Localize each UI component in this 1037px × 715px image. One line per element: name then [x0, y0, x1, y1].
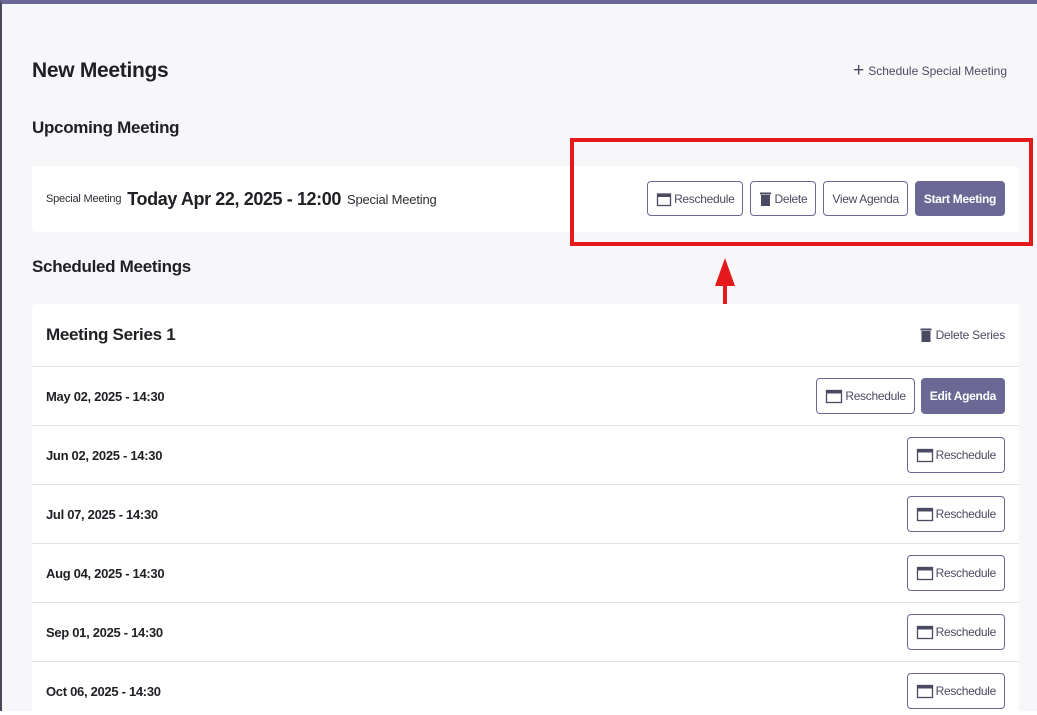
- calendar-icon: [826, 389, 843, 404]
- reschedule-button[interactable]: Reschedule: [906, 673, 1005, 709]
- reschedule-button[interactable]: Reschedule: [906, 437, 1005, 473]
- row-actions: Reschedule: [906, 614, 1005, 650]
- meeting-row: Sep 01, 2025 - 14:30 Reschedule: [32, 603, 1019, 662]
- row-actions: Reschedule: [906, 496, 1005, 532]
- upcoming-actions: Reschedule Delete View Agenda Start Meet…: [647, 181, 1005, 216]
- series-title: Meeting Series 1: [46, 325, 176, 344]
- delete-label: Delete: [774, 191, 808, 206]
- delete-button[interactable]: Delete: [750, 181, 817, 216]
- calendar-icon: [916, 566, 933, 581]
- reschedule-label: Reschedule: [845, 389, 906, 403]
- schedule-special-meeting-link[interactable]: + Schedule Special Meeting: [853, 60, 1007, 81]
- view-agenda-button[interactable]: View Agenda: [823, 181, 908, 216]
- delete-series-label: Delete Series: [935, 328, 1006, 342]
- meeting-date: May 02, 2025 - 14:30: [46, 388, 165, 404]
- reschedule-label: Reschedule: [935, 566, 997, 580]
- series-header: Meeting Series 1 Delete Series: [32, 304, 1019, 367]
- reschedule-label: Reschedule: [935, 684, 997, 698]
- meeting-row: Jul 07, 2025 - 14:30 Reschedule: [32, 485, 1019, 544]
- annotation-arrow-head: [715, 258, 735, 286]
- meeting-date: Sep 01, 2025 - 14:30: [46, 624, 163, 640]
- start-meeting-button[interactable]: Start Meeting: [914, 181, 1005, 216]
- calendar-icon: [916, 684, 933, 699]
- meeting-row: Aug 04, 2025 - 14:30 Reschedule: [32, 544, 1019, 603]
- trash-icon: [760, 192, 772, 206]
- trash-icon: [920, 328, 932, 342]
- delete-series-button[interactable]: Delete Series: [920, 327, 1005, 343]
- edit-agenda-button[interactable]: Edit Agenda: [920, 378, 1005, 414]
- plus-icon: +: [853, 60, 865, 81]
- reschedule-label: Reschedule: [935, 507, 997, 521]
- calendar-icon: [916, 448, 933, 463]
- reschedule-label: Reschedule: [935, 625, 997, 639]
- page-title: New Meetings: [32, 59, 169, 82]
- reschedule-button[interactable]: Reschedule: [816, 378, 915, 414]
- meeting-row: Oct 06, 2025 - 14:30 Reschedule: [32, 662, 1019, 715]
- scheduled-section-title: Scheduled Meetings: [32, 257, 191, 276]
- upcoming-meeting-card: Special Meeting Today Apr 22, 2025 - 12:…: [32, 166, 1019, 232]
- reschedule-button[interactable]: Reschedule: [906, 614, 1005, 650]
- row-actions: Reschedule Edit Agenda: [816, 378, 1005, 414]
- meeting-date: Jun 02, 2025 - 14:30: [46, 447, 163, 463]
- reschedule-label: Reschedule: [674, 191, 735, 206]
- meeting-series-card: Meeting Series 1 Delete Series May 02, 2…: [32, 304, 1019, 715]
- meeting-date: Jul 07, 2025 - 14:30: [46, 506, 158, 522]
- row-actions: Reschedule: [906, 555, 1005, 591]
- reschedule-label: Reschedule: [935, 448, 997, 462]
- reschedule-button[interactable]: Reschedule: [906, 555, 1005, 591]
- upcoming-section-title: Upcoming Meeting: [32, 118, 180, 137]
- schedule-special-meeting-label: Schedule Special Meeting: [868, 64, 1007, 78]
- meeting-date: Aug 04, 2025 - 14:30: [46, 565, 165, 581]
- row-actions: Reschedule: [906, 437, 1005, 473]
- reschedule-button[interactable]: Reschedule: [647, 181, 744, 216]
- meeting-row: Jun 02, 2025 - 14:30 Reschedule: [32, 426, 1019, 485]
- meeting-row: May 02, 2025 - 14:30 Reschedule Edit Age…: [32, 367, 1019, 426]
- meeting-date: Oct 06, 2025 - 14:30: [46, 683, 161, 699]
- upcoming-meeting-date: Today Apr 22, 2025 - 12:00: [127, 188, 341, 209]
- calendar-icon: [916, 507, 933, 522]
- app-frame: New Meetings + Schedule Special Meeting …: [0, 0, 1037, 715]
- calendar-icon: [656, 192, 672, 206]
- calendar-icon: [916, 625, 933, 640]
- reschedule-button[interactable]: Reschedule: [906, 496, 1005, 532]
- row-actions: Reschedule: [906, 673, 1005, 709]
- upcoming-meeting-name: Special Meeting: [347, 191, 437, 207]
- upcoming-meeting-type: Special Meeting: [46, 193, 122, 205]
